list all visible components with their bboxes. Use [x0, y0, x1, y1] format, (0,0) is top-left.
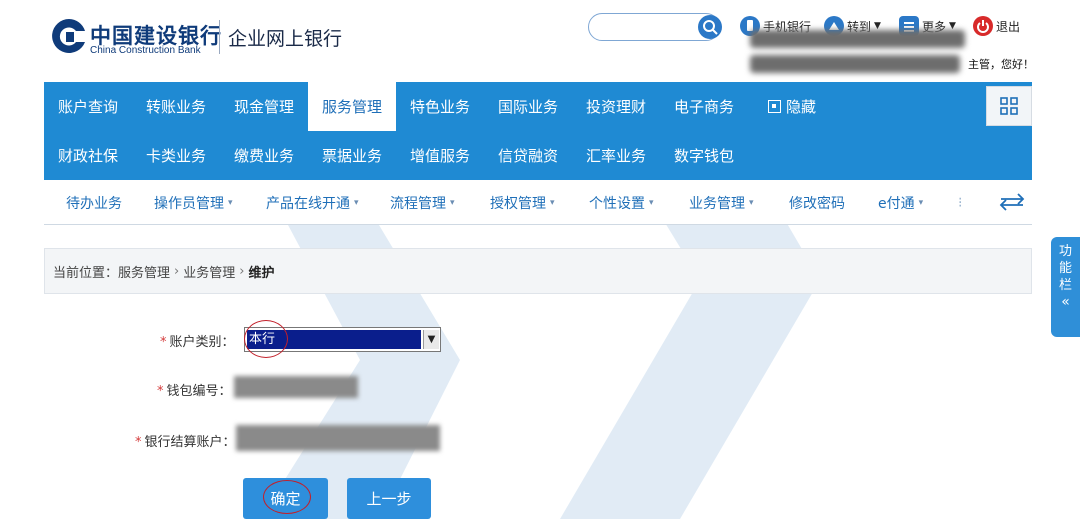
nav-ecommerce[interactable]: 电子商务 [660, 82, 748, 131]
subnav-label: 产品在线开通 [266, 195, 350, 212]
wallet-no-label: * 钱包编号： [157, 380, 232, 399]
breadcrumb-current: 维护 [248, 265, 275, 281]
function-panel-tab[interactable]: 功 能 栏 « [1051, 237, 1080, 337]
previous-step-button[interactable]: 上一步 [347, 478, 431, 519]
chevron-down-icon: ▾ [918, 197, 924, 208]
grid-menu-icon[interactable] [986, 86, 1032, 126]
subnav-online-open[interactable]: 产品在线开通 ▾ [266, 180, 359, 225]
ccb-logo-icon [52, 19, 85, 53]
bank-name-en: China Construction Bank [90, 45, 201, 56]
nav-payment[interactable]: 缴费业务 [220, 131, 308, 180]
side-tab-char: 能 [1058, 261, 1072, 276]
logo-divider [219, 20, 220, 54]
breadcrumb-item[interactable]: 服务管理 [118, 262, 170, 281]
chevron-down-icon: ▾ [354, 197, 359, 208]
side-tab-char: 栏 [1058, 278, 1072, 293]
chevron-down-icon: ▾ [450, 197, 455, 208]
nav-bills[interactable]: 票据业务 [308, 131, 396, 180]
nav-digital-wallet[interactable]: 数字钱包 [660, 131, 748, 180]
subnav-authorization[interactable]: 授权管理 ▾ [490, 180, 555, 225]
nav-finance-social[interactable]: 财政社保 [44, 131, 132, 180]
breadcrumb-item[interactable]: 业务管理 [183, 262, 235, 281]
account-type-label-text: 账户类别： [169, 335, 235, 350]
tool-label-logout: 退出 [996, 19, 1021, 34]
nav-international[interactable]: 国际业务 [484, 82, 572, 131]
nav-value-added[interactable]: 增值服务 [396, 131, 484, 180]
subnav-operator[interactable]: 操作员管理 ▾ [154, 180, 233, 225]
settlement-account-label-text: 银行结算账户： [144, 435, 236, 450]
user-greeting: 主管，您好！ [968, 58, 1034, 71]
required-mark: * [160, 335, 167, 350]
subnav-label: e付通 [878, 195, 915, 212]
breadcrumb-prefix: 当前位置： [53, 265, 119, 281]
account-type-select[interactable]: 本行 ▼ [244, 327, 441, 352]
top-header: 中国建设银行 China Construction Bank 企业网上银行 手机… [0, 0, 1080, 82]
settlement-account-select[interactable] [236, 425, 440, 451]
account-type-value: 本行 [247, 330, 421, 349]
nav-investment[interactable]: 投资理财 [572, 82, 660, 131]
main-nav: 账户查询 转账业务 现金管理 服务管理 特色业务 国际业务 投资理财 电子商务 … [44, 82, 1032, 180]
scroll-arrows-icon[interactable] [998, 190, 1026, 214]
nav-account-query[interactable]: 账户查询 [44, 82, 132, 131]
nav-service-management[interactable]: 服务管理 [308, 82, 396, 131]
select-arrow-icon[interactable]: ▼ [423, 330, 439, 349]
breadcrumb-separator: › [239, 263, 245, 279]
subnav-label: 个性设置 [589, 195, 645, 212]
subnav-label: 授权管理 [490, 195, 546, 212]
confirm-button[interactable]: 确定 [243, 478, 328, 519]
subnav-label: 待办业务 [66, 195, 122, 212]
nav-hide-toggle[interactable]: 隐藏 [748, 82, 836, 131]
redacted-info [750, 30, 965, 48]
subnav-change-password[interactable]: 修改密码 [789, 180, 845, 225]
search-icon[interactable] [698, 15, 722, 39]
wallet-no-label-text: 钱包编号： [166, 384, 232, 399]
subnav-personal[interactable]: 个性设置 ▾ [589, 180, 654, 225]
subnav-label: 操作员管理 [154, 195, 224, 212]
subnav-process[interactable]: 流程管理 ▾ [390, 180, 455, 225]
logout-button[interactable]: 退出 [973, 14, 1020, 38]
site-title: 企业网上银行 [228, 28, 343, 50]
nav-card[interactable]: 卡类业务 [132, 131, 220, 180]
hide-label: 隐藏 [785, 98, 816, 116]
sub-nav: 待办业务 操作员管理 ▾ 产品在线开通 ▾ 流程管理 ▾ 授权管理 ▾ 个性设置 ▾ 业务… [44, 180, 1032, 225]
subnav-label: 流程管理 [390, 195, 446, 212]
nav-transfer[interactable]: 转账业务 [132, 82, 220, 131]
nav-cash-management[interactable]: 现金管理 [220, 82, 308, 131]
chevron-down-icon: ▾ [649, 197, 654, 208]
required-mark: * [157, 384, 164, 399]
breadcrumb-separator: › [174, 263, 180, 279]
chevron-down-icon: ▾ [228, 197, 233, 208]
subnav-label: 修改密码 [789, 195, 845, 212]
breadcrumb: 当前位置： 服务管理 › 业务管理 › 维护 [44, 248, 1032, 294]
required-mark: * [135, 435, 142, 450]
chevron-down-icon: ▾ [550, 197, 555, 208]
subnav-label: 业务管理 [689, 195, 745, 212]
nav-exchange[interactable]: 汇率业务 [572, 131, 660, 180]
side-tab-char: 功 [1058, 244, 1072, 259]
nav-featured[interactable]: 特色业务 [396, 82, 484, 131]
collapse-arrow-icon: « [1061, 294, 1070, 310]
nav-credit[interactable]: 信贷融资 [484, 131, 572, 180]
power-icon [973, 16, 993, 36]
subnav-overflow-divider: ⁝ [958, 194, 963, 211]
account-type-label: * 账户类别： [160, 331, 235, 350]
wallet-no-value [234, 376, 358, 398]
subnav-todo[interactable]: 待办业务 [66, 180, 122, 225]
subnav-business-mgmt[interactable]: 业务管理 ▾ [689, 180, 754, 225]
chevron-down-icon: ▾ [749, 197, 754, 208]
subnav-epay[interactable]: e付通 ▾ [878, 180, 923, 225]
redacted-user [750, 55, 960, 73]
hide-box-icon [767, 100, 781, 113]
settlement-account-label: * 银行结算账户： [135, 431, 236, 450]
